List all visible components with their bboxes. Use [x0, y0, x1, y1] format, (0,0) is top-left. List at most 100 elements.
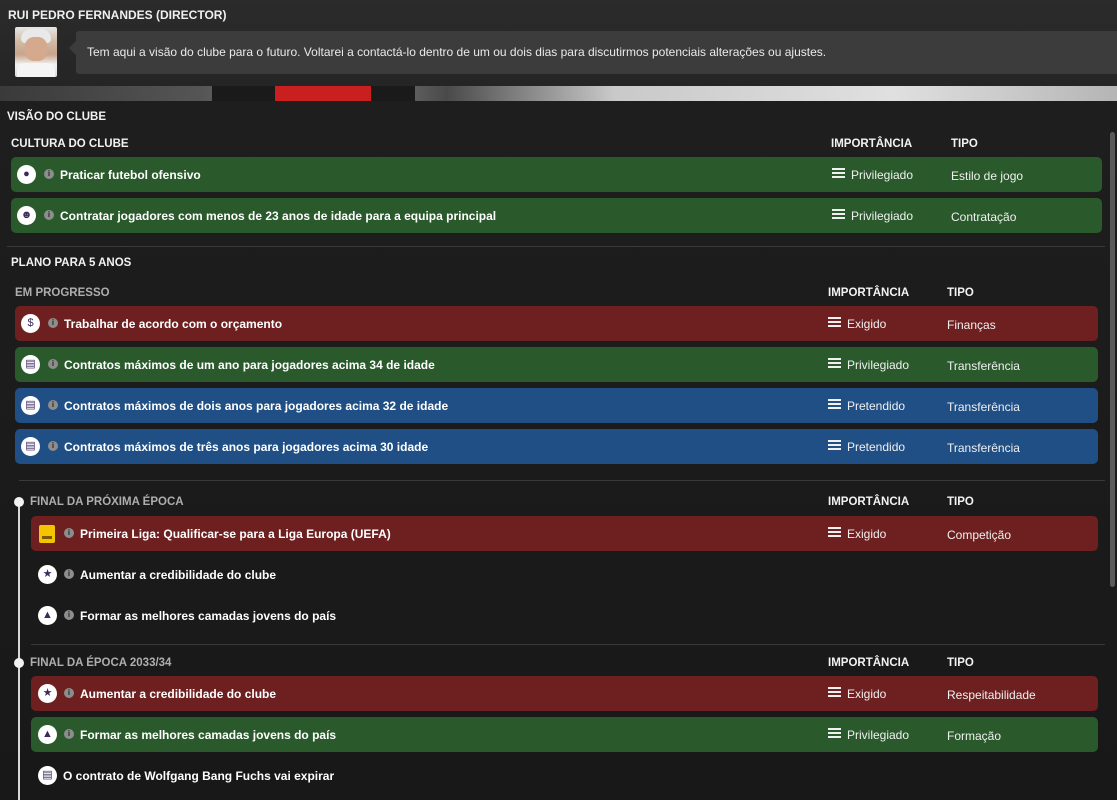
plan-row-contracts-34[interactable]: ▤ i Contratos máximos de um ano para jog…	[15, 347, 1098, 382]
column-header-importance: IMPORTÂNCIA	[828, 657, 910, 669]
info-icon[interactable]: i	[44, 210, 54, 220]
timeline-dot	[14, 658, 24, 668]
type-value: Transferência	[947, 400, 1020, 414]
timeline-line	[18, 500, 20, 800]
info-icon[interactable]: i	[64, 528, 74, 538]
football-icon: ●	[17, 165, 36, 184]
divider	[31, 644, 1105, 645]
objective-label: Contratar jogadores com menos de 23 anos…	[60, 209, 497, 223]
importance-value: Privilegiado	[832, 209, 913, 223]
objective-label: O contrato de Wolfgang Bang Fuchs vai ex…	[63, 769, 335, 783]
subsection-title-in-progress: EM PROGRESSO	[15, 287, 110, 299]
plan-row-liga-europa[interactable]: i Primeira Liga: Qualificar-se para a Li…	[31, 516, 1098, 551]
importance-bars-icon	[828, 728, 841, 740]
column-header-type: TIPO	[947, 496, 974, 508]
info-icon[interactable]: i	[64, 688, 74, 698]
trophy-icon	[39, 525, 55, 543]
info-icon[interactable]: i	[48, 318, 58, 328]
info-icon[interactable]: i	[48, 359, 58, 369]
subsection-title-season-2033: FINAL DA ÉPOCA 2033/34	[30, 657, 172, 669]
plan-row-budget[interactable]: $ i Trabalhar de acordo com o orçamento …	[15, 306, 1098, 341]
objective-label: Contratos máximos de um ano para jogador…	[64, 358, 435, 372]
importance-value: Privilegiado	[828, 358, 909, 372]
type-value: Estilo de jogo	[951, 169, 1024, 183]
contract-icon: ▤	[21, 437, 40, 456]
importance-value: Exigido	[828, 527, 886, 541]
money-icon: $	[21, 314, 40, 333]
star-icon: ★	[38, 684, 57, 703]
column-header-importance: IMPORTÂNCIA	[831, 138, 913, 150]
objective-label: Aumentar a credibilidade do clube	[80, 687, 277, 701]
info-icon[interactable]: i	[48, 400, 58, 410]
culture-row-sign-young-players[interactable]: ☻ i Contratar jogadores com menos de 23 …	[11, 198, 1102, 233]
column-header-importance: IMPORTÂNCIA	[828, 287, 910, 299]
column-header-type: TIPO	[947, 657, 974, 669]
importance-bars-icon	[832, 209, 845, 221]
objective-label: Contratos máximos de três anos para joga…	[64, 440, 429, 454]
info-icon[interactable]: i	[44, 169, 54, 179]
divider	[19, 480, 1105, 481]
objective-label: Praticar futebol ofensivo	[60, 168, 201, 182]
importance-bars-icon	[828, 399, 841, 411]
objective-label: Formar as melhores camadas jovens do paí…	[80, 609, 337, 623]
director-avatar	[15, 27, 57, 77]
importance-value: Privilegiado	[832, 168, 913, 182]
star-icon: ★	[38, 565, 57, 584]
culture-row-offensive-football[interactable]: ● i Praticar futebol ofensivo Privilegia…	[11, 157, 1102, 192]
graduation-cap-icon: ▲	[38, 725, 57, 744]
screen: RUI PEDRO FERNANDES (DIRECTOR) Tem aqui …	[0, 0, 1117, 800]
importance-value: Pretendido	[828, 399, 905, 413]
person-icon: ☻	[17, 206, 36, 225]
plan-row-youth-2033[interactable]: ▲ i Formar as melhores camadas jovens do…	[31, 717, 1098, 752]
column-header-type: TIPO	[947, 287, 974, 299]
objective-label: Contratos máximos de dois anos para joga…	[64, 399, 449, 413]
type-value: Competição	[947, 528, 1012, 542]
info-icon[interactable]: i	[48, 441, 58, 451]
importance-value: Privilegiado	[828, 728, 909, 742]
director-message: Tem aqui a visão do clube para o futuro.…	[87, 45, 827, 59]
subsection-title-next-season: FINAL DA PRÓXIMA ÉPOCA	[30, 496, 184, 508]
importance-bars-icon	[828, 527, 841, 539]
info-icon[interactable]: i	[64, 569, 74, 579]
timeline-dot	[14, 497, 24, 507]
director-message-bubble: Tem aqui a visão do clube para o futuro.…	[69, 31, 1117, 74]
objective-label: Trabalhar de acordo com o orçamento	[64, 317, 283, 331]
type-value: Formação	[947, 729, 1002, 743]
objective-label: Primeira Liga: Qualificar-se para a Liga…	[80, 527, 391, 541]
objective-label: Formar as melhores camadas jovens do paí…	[80, 728, 337, 742]
contract-icon: ▤	[21, 396, 40, 415]
contract-icon: ▤	[38, 766, 57, 785]
info-icon[interactable]: i	[64, 729, 74, 739]
column-header-importance: IMPORTÂNCIA	[828, 496, 910, 508]
importance-value: Exigido	[828, 317, 886, 331]
section-title-club-vision: VISÃO DO CLUBE	[7, 111, 107, 123]
section-title-five-year-plan: PLANO PARA 5 ANOS	[11, 257, 132, 269]
director-header: RUI PEDRO FERNANDES (DIRECTOR) Tem aqui …	[0, 0, 1117, 101]
type-value: Contratação	[951, 210, 1017, 224]
plan-row-contract-expiry[interactable]: ▤ O contrato de Wolfgang Bang Fuchs vai …	[31, 758, 1098, 793]
importance-bars-icon	[832, 168, 845, 180]
importance-value: Exigido	[828, 687, 886, 701]
column-header-type: TIPO	[951, 138, 978, 150]
importance-bars-icon	[828, 358, 841, 370]
plan-row-contracts-32[interactable]: ▤ i Contratos máximos de dois anos para …	[15, 388, 1098, 423]
divider	[7, 246, 1105, 247]
plan-row-credibility[interactable]: ★ i Aumentar a credibilidade do clube	[31, 557, 1098, 592]
contract-icon: ▤	[21, 355, 40, 374]
plan-row-youth[interactable]: ▲ i Formar as melhores camadas jovens do…	[31, 598, 1098, 633]
background-image	[0, 86, 1117, 101]
scrollbar[interactable]	[1110, 132, 1115, 587]
objective-label: Aumentar a credibilidade do clube	[80, 568, 277, 582]
importance-value: Pretendido	[828, 440, 905, 454]
director-name: RUI PEDRO FERNANDES (DIRECTOR)	[8, 8, 227, 22]
info-icon[interactable]: i	[64, 610, 74, 620]
type-value: Finanças	[947, 318, 996, 332]
importance-bars-icon	[828, 440, 841, 452]
plan-row-contracts-30[interactable]: ▤ i Contratos máximos de três anos para …	[15, 429, 1098, 464]
plan-row-credibility-2033[interactable]: ★ i Aumentar a credibilidade do clube Ex…	[31, 676, 1098, 711]
graduation-cap-icon: ▲	[38, 606, 57, 625]
section-title-club-culture: CULTURA DO CLUBE	[11, 138, 129, 150]
type-value: Transferência	[947, 441, 1020, 455]
importance-bars-icon	[828, 687, 841, 699]
importance-bars-icon	[828, 317, 841, 329]
